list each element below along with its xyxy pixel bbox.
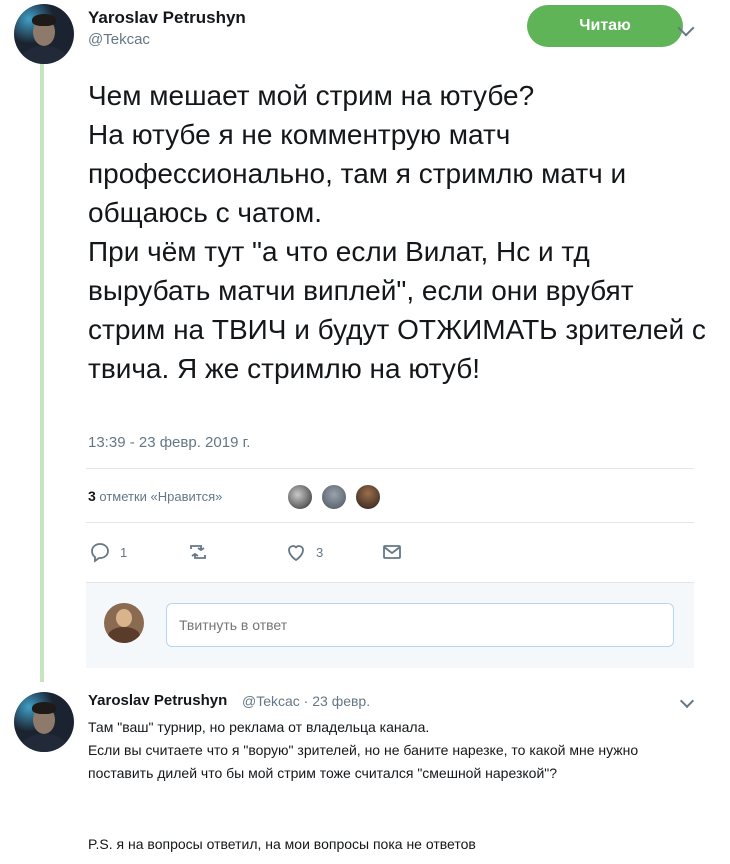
likes-count: 3: [88, 488, 96, 504]
tweet-text: Чем мешает мой стрим на ютубе? На ютубе …: [88, 80, 706, 384]
current-user-avatar: [104, 603, 144, 643]
like-action[interactable]: 3: [284, 540, 323, 564]
like-count: 3: [316, 544, 324, 560]
heart-icon: [288, 545, 304, 562]
thread-connector-line: [40, 62, 44, 682]
liker-avatar[interactable]: [354, 483, 382, 511]
divider: [86, 468, 694, 469]
direct-message-action[interactable]: [380, 540, 404, 564]
likes-label: отметки «Нравится»: [95, 489, 223, 504]
liker-avatar[interactable]: [286, 483, 314, 511]
tweet-timestamp[interactable]: 13:39 - 23 февр. 2019 г.: [88, 434, 250, 451]
reply-postscript: P.S. я на вопросы ответил, на мои вопрос…: [88, 836, 476, 852]
reply-author-name[interactable]: Yaroslav Petrushyn: [88, 692, 227, 709]
reply-count: 1: [120, 544, 128, 560]
following-button[interactable]: Читаю: [527, 5, 683, 47]
retweet-action[interactable]: [186, 540, 218, 564]
reply-meta[interactable]: @Tekcac · 23 февр.: [242, 693, 370, 709]
likes-summary[interactable]: 3 отметки «Нравится»: [88, 488, 222, 504]
liker-avatar[interactable]: [320, 483, 348, 511]
author-name[interactable]: Yaroslav Petrushyn: [88, 8, 246, 28]
reply-composer: [86, 582, 694, 668]
retweet-icon: [190, 545, 206, 559]
reply-icon: [91, 543, 109, 563]
divider: [86, 522, 694, 523]
reply-text: Там "ваш" турнир, но реклама от владельц…: [88, 719, 639, 781]
chevron-down-icon[interactable]: [679, 693, 695, 709]
reply-input[interactable]: [166, 603, 674, 647]
author-avatar[interactable]: [14, 4, 74, 64]
message-icon: [383, 545, 401, 559]
reply-author-avatar[interactable]: [14, 692, 74, 752]
author-handle[interactable]: @Tekcac: [88, 31, 150, 48]
reply-action[interactable]: 1: [88, 540, 127, 564]
